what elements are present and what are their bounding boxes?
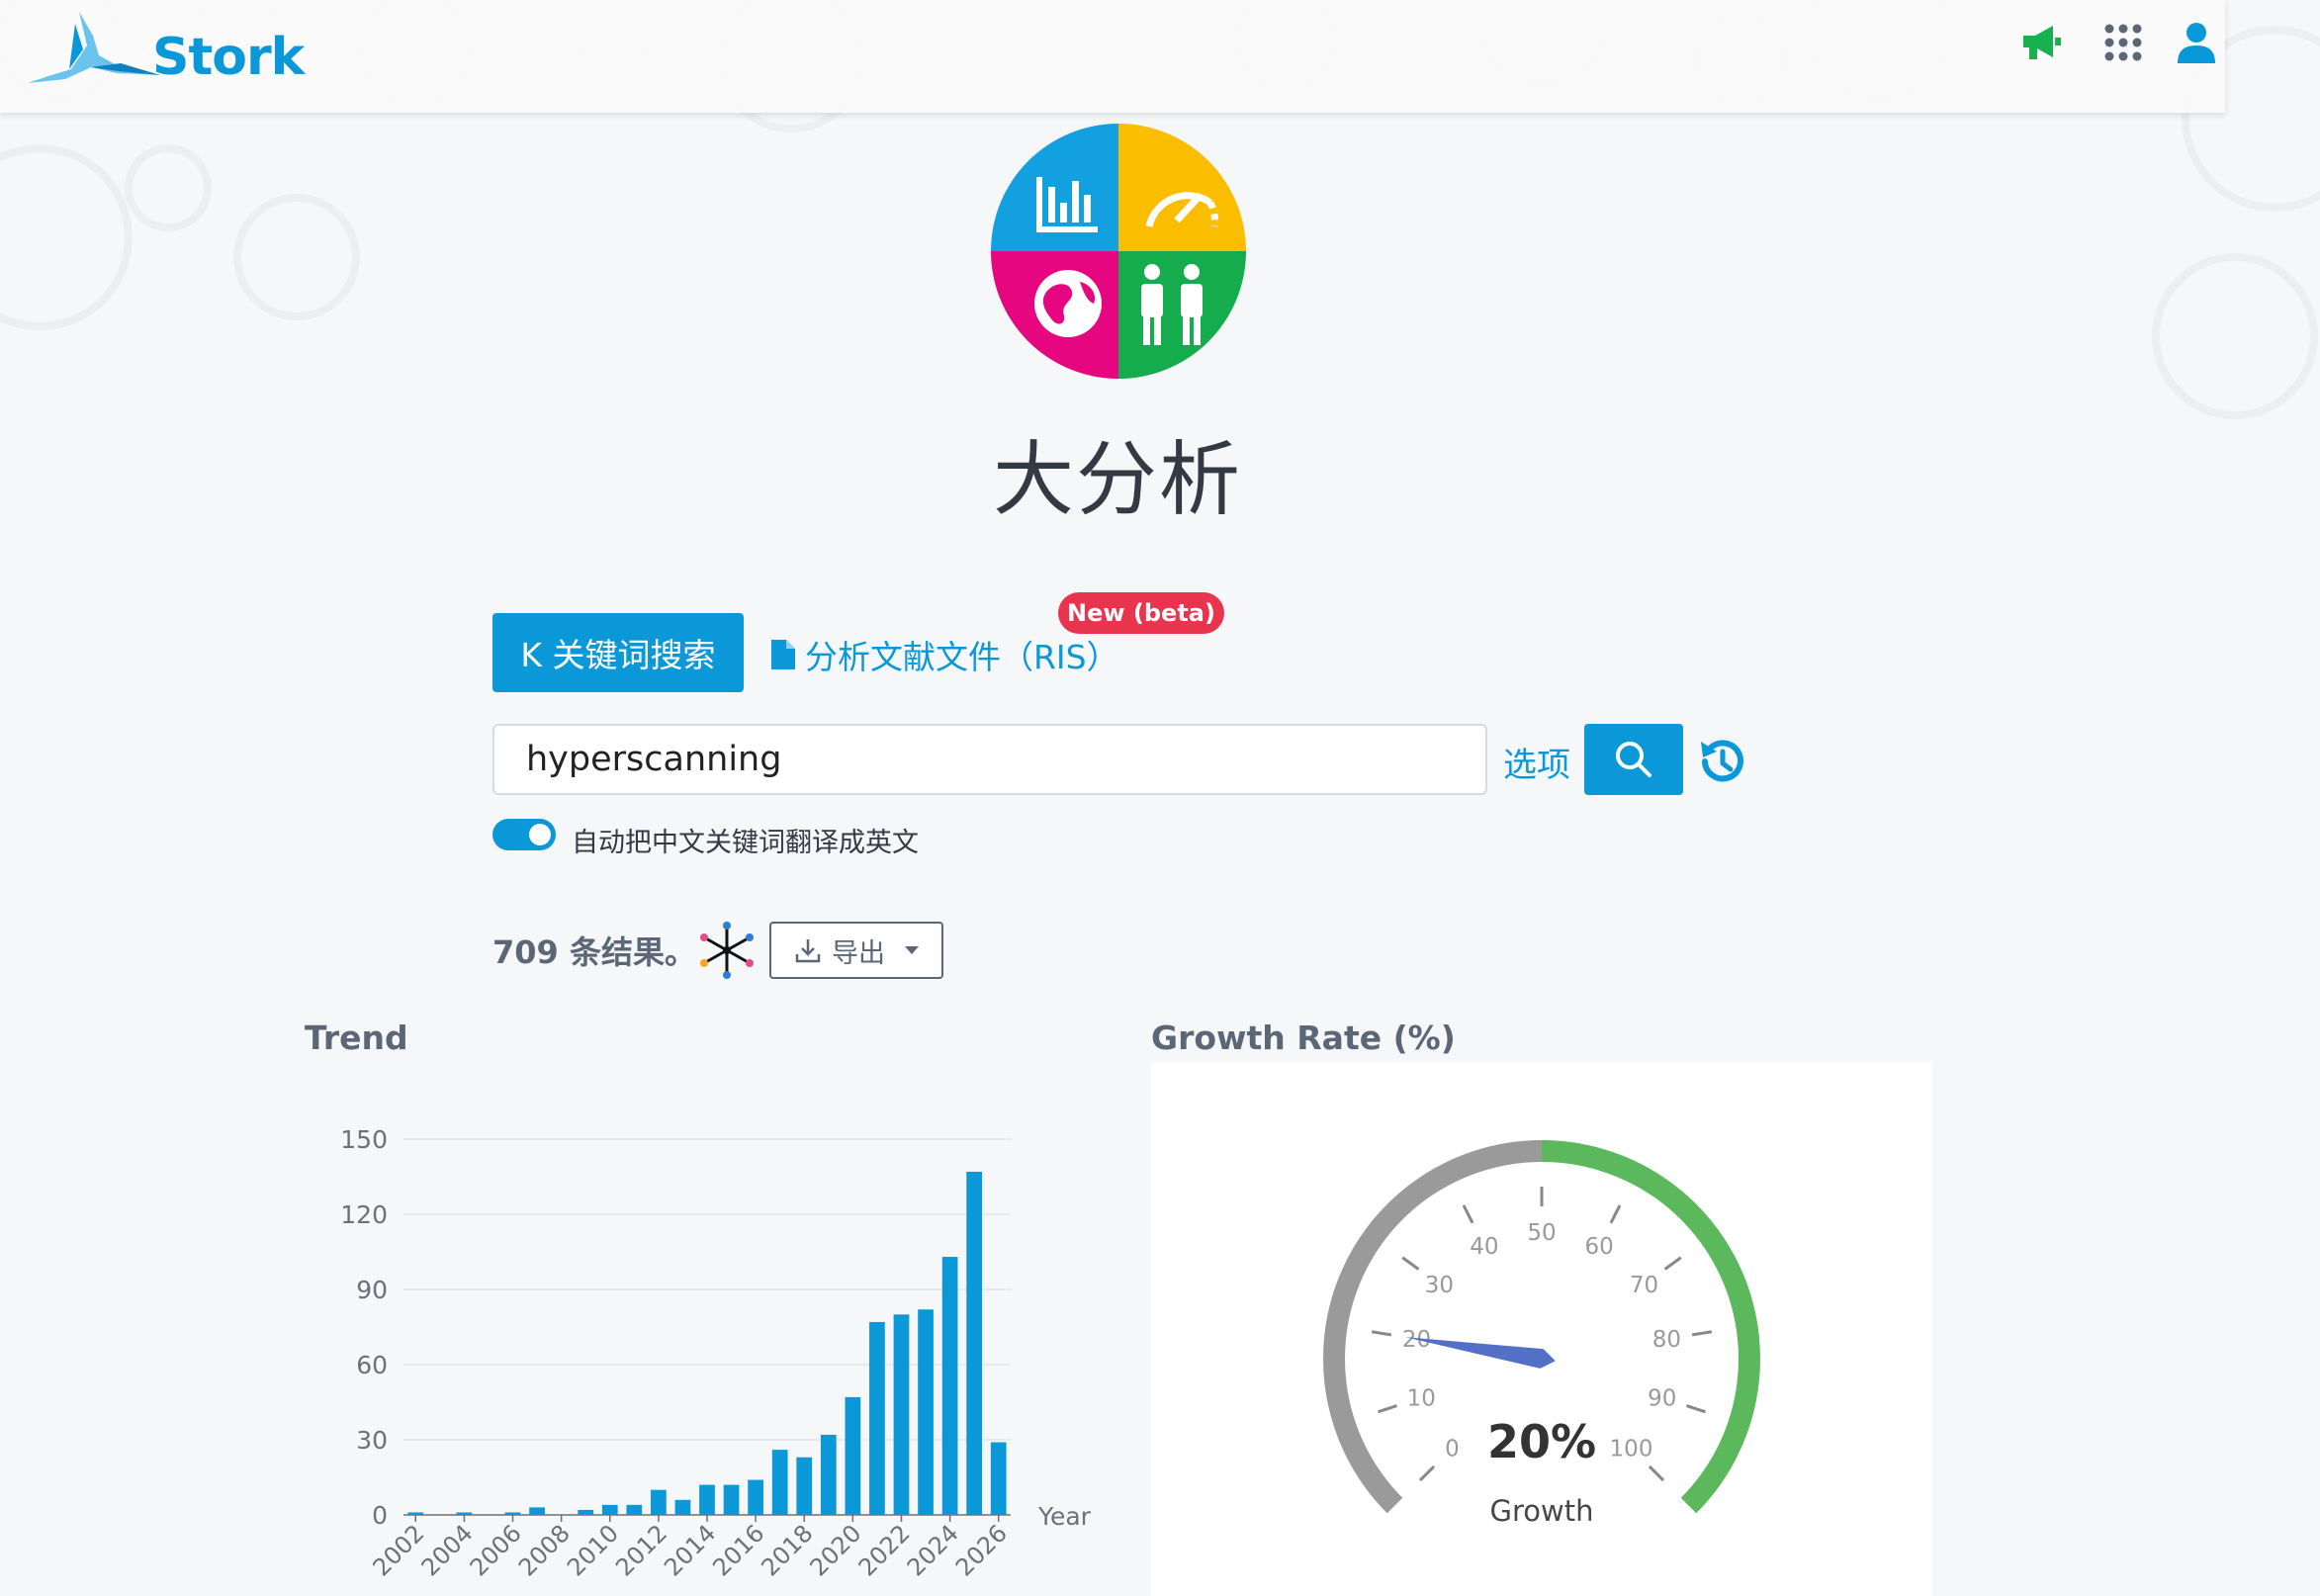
gauge-label: Growth (1490, 1494, 1594, 1528)
x-tick-label: 2026 (950, 1519, 1013, 1581)
y-tick-label: 90 (356, 1276, 388, 1304)
network-graph-icon[interactable] (696, 920, 758, 981)
bar-2007[interactable] (529, 1507, 545, 1515)
gauge-tick (1685, 1404, 1706, 1414)
gauge-tick-label: 0 (1445, 1437, 1460, 1463)
options-link[interactable]: 选项 (1503, 738, 1570, 786)
history-icon[interactable] (1695, 736, 1746, 787)
gauge-tick (1691, 1330, 1713, 1337)
megaphone-icon[interactable] (2017, 20, 2063, 65)
chevron-down-icon (905, 946, 919, 954)
bar-2010[interactable] (601, 1504, 618, 1515)
bar-2020[interactable] (845, 1396, 861, 1515)
gauge-tick-label: 80 (1652, 1327, 1681, 1353)
result-count: 709 条结果。 (492, 933, 696, 971)
file-icon (771, 640, 795, 669)
logo-quadrant-yellow (1118, 124, 1246, 251)
brand-name[interactable]: Stork (152, 28, 305, 87)
x-tick-label: 2014 (659, 1519, 721, 1581)
y-tick-label: 150 (340, 1125, 388, 1154)
page-title: 大分析 (992, 433, 1242, 527)
x-tick-label: 2024 (902, 1519, 964, 1581)
gauge-tick-label: 60 (1584, 1234, 1613, 1260)
gauge-tick-label: 100 (1610, 1437, 1653, 1463)
search-icon (1616, 742, 1651, 777)
user-icon[interactable] (2174, 20, 2219, 65)
translate-toggle[interactable] (492, 819, 556, 850)
globe-icon (1034, 270, 1102, 337)
x-tick-label: 2010 (562, 1519, 624, 1581)
bar-2004[interactable] (456, 1512, 473, 1515)
trend-title: Trend (305, 1019, 408, 1057)
tab-ris-label: 分析文献文件（RIS） (805, 638, 1119, 676)
x-tick-label: 2018 (756, 1519, 818, 1581)
x-tick-label: 2012 (610, 1519, 672, 1581)
export-label: 导出 (832, 937, 885, 969)
bar-2022[interactable] (893, 1314, 910, 1515)
gauge-tick (1401, 1256, 1420, 1271)
y-tick-label: 30 (356, 1426, 388, 1455)
export-dropdown-button[interactable]: 导出 (769, 922, 943, 979)
gauge-tick (1378, 1404, 1398, 1414)
bar-2016[interactable] (748, 1479, 763, 1515)
gauge-needle (1404, 1337, 1556, 1369)
bar-2021[interactable] (869, 1321, 885, 1515)
bar-2017[interactable] (771, 1450, 788, 1515)
x-tick-label: 2022 (853, 1519, 916, 1581)
bar-2018[interactable] (796, 1457, 813, 1515)
gauge-tick-label: 30 (1425, 1273, 1454, 1298)
gauge-tick (1418, 1464, 1436, 1482)
gauge-tick (1609, 1204, 1622, 1224)
growth-rate-title: Growth Rate (%) (1151, 1019, 1456, 1057)
big-analysis-logo (991, 124, 1246, 379)
bar-2009[interactable] (578, 1509, 594, 1515)
toggle-knob (529, 824, 551, 845)
bar-2024[interactable] (941, 1257, 958, 1515)
growth-gauge-panel: 0 10 20 30 40 50 60 70 80 90 100 20% Growth (1151, 1062, 1932, 1596)
gauge-tick (1648, 1464, 1665, 1482)
bar-2014[interactable] (699, 1484, 715, 1515)
gauge-tick-label: 70 (1630, 1273, 1658, 1298)
apps-grid-icon[interactable] (2100, 20, 2146, 65)
gauge-tick-label: 90 (1648, 1386, 1676, 1412)
growth-gauge: 010203040506070809010020%Growth (1323, 1140, 1760, 1528)
tab-keyword-search[interactable]: K 关键词搜索 (492, 613, 744, 692)
search-button[interactable] (1584, 724, 1683, 795)
gauge-tick-label: 50 (1527, 1220, 1556, 1246)
tab-ris-file-analysis[interactable]: 分析文献文件（RIS） (771, 631, 1119, 678)
x-tick-label: 2004 (416, 1519, 479, 1581)
gauge-tick (1371, 1330, 1392, 1337)
bar-2019[interactable] (820, 1434, 837, 1515)
x-tick-label: 2008 (513, 1519, 576, 1581)
x-tick-label: 2006 (465, 1519, 527, 1581)
y-tick-label: 60 (356, 1351, 388, 1379)
bar-2006[interactable] (504, 1512, 521, 1515)
gauge-tick-label: 40 (1470, 1234, 1498, 1260)
gauge-tick (1462, 1204, 1474, 1224)
bar-2013[interactable] (674, 1499, 691, 1515)
x-tick-label: 2020 (805, 1519, 867, 1581)
bar-2011[interactable] (626, 1504, 643, 1515)
bar-2002[interactable] (407, 1512, 424, 1515)
translate-toggle-label: 自动把中文关键词翻译成英文 (572, 828, 919, 858)
bar-2025[interactable] (966, 1171, 983, 1515)
gauge-value-label: 20% (1487, 1415, 1596, 1468)
bar-2026[interactable] (990, 1442, 1007, 1515)
gauge-tick (1663, 1256, 1682, 1271)
bar-2015[interactable] (723, 1484, 740, 1515)
x-tick-label: 2016 (707, 1519, 769, 1581)
bar-2023[interactable] (918, 1309, 934, 1515)
bar-2012[interactable] (651, 1489, 667, 1515)
trend-bar-chart: 0306090120150200220042006200820102012201… (340, 1125, 1092, 1581)
top-navbar: Stork (0, 0, 2225, 113)
x-axis-label: Year (1037, 1502, 1092, 1531)
y-tick-label: 0 (372, 1501, 388, 1530)
y-tick-label: 120 (340, 1200, 388, 1229)
keyword-search-input[interactable] (492, 724, 1487, 795)
new-beta-badge: New (beta) (1058, 592, 1224, 634)
download-icon (795, 939, 821, 963)
gauge-tick-label: 10 (1407, 1386, 1436, 1412)
